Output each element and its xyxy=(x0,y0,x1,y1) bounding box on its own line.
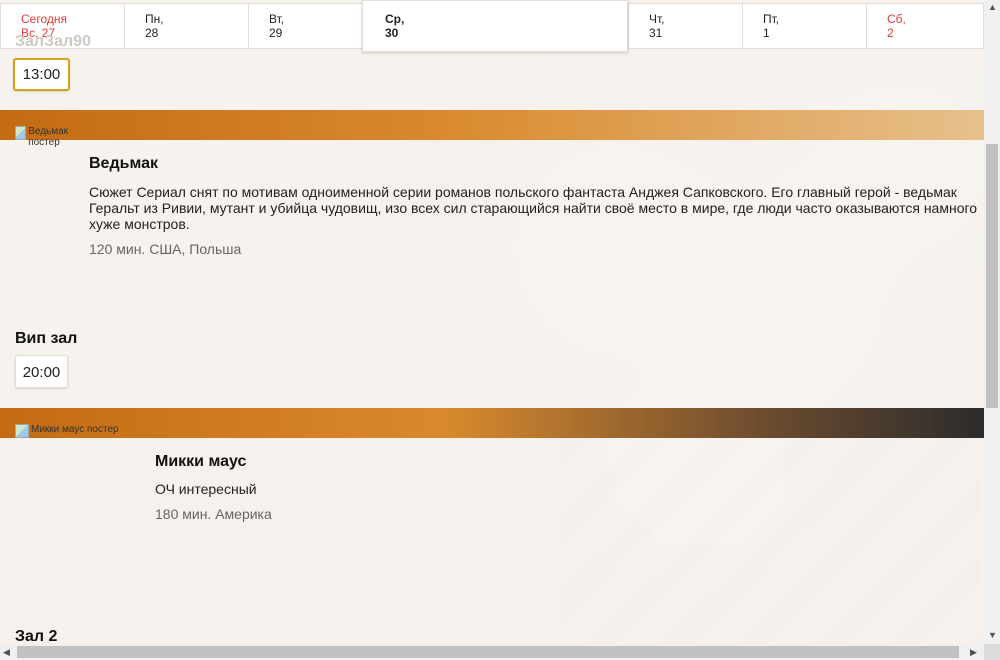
vertical-scrollbar-thumb[interactable] xyxy=(986,144,998,408)
date-tab-weekday: Ср, xyxy=(385,12,405,26)
hall-title: ЗалЗал90 xyxy=(15,33,91,50)
horizontal-scrollbar-thumb[interactable] xyxy=(17,646,959,658)
movie-card xyxy=(0,438,984,644)
scrollbar-corner xyxy=(984,644,1000,660)
movie-meta: 180 мин. Америка xyxy=(155,506,272,522)
scroll-up-icon[interactable]: ▲ xyxy=(988,2,997,12)
movie-banner xyxy=(0,110,984,140)
broken-image-icon xyxy=(15,126,27,140)
date-tab-day: 29 xyxy=(269,26,283,40)
date-tab-day: 31 xyxy=(649,26,663,40)
date-tab-weekday: Пн, xyxy=(145,12,164,26)
date-tab-weekday: Сегодня xyxy=(21,12,67,26)
date-tab-weekday: Сб, xyxy=(887,12,906,26)
movie-poster[interactable]: Микки маус постер xyxy=(15,424,155,438)
date-tab[interactable]: Пт, 1 xyxy=(742,3,867,49)
date-tab-selected[interactable]: Ср, 30 xyxy=(362,0,628,52)
scroll-left-icon[interactable]: ◀ xyxy=(3,647,10,658)
movie-description: Сюжет Сериал снят по мотивам одноименной… xyxy=(89,184,978,232)
movie-title[interactable]: Микки маус xyxy=(155,453,246,471)
date-tab[interactable]: Вт, 29 xyxy=(248,3,363,49)
date-tab-weekday: Чт, xyxy=(649,12,665,26)
date-tab[interactable]: Пн, 28 xyxy=(124,3,249,49)
movie-poster[interactable]: Ведьмак постер xyxy=(15,126,85,148)
date-tab-weekday: Пт, xyxy=(763,12,780,26)
movie-description: ОЧ интересный xyxy=(155,481,257,497)
date-tab-weekday: Вт, xyxy=(269,12,285,26)
seance-time-button[interactable]: 20:00 xyxy=(15,355,68,388)
date-tab[interactable]: Сб, 2 xyxy=(866,3,984,49)
hall-title: Вип зал xyxy=(15,330,78,347)
poster-alt-text: Ведьмак постер xyxy=(28,126,69,148)
poster-alt-text: Микки маус постер xyxy=(31,424,119,435)
movie-card xyxy=(0,140,984,408)
date-tab-day: 28 xyxy=(145,26,159,40)
broken-image-icon xyxy=(15,424,29,438)
seance-time-button[interactable]: 13:00 xyxy=(13,58,70,91)
date-tab-day: 1 xyxy=(763,26,770,40)
movie-meta: 120 мин. США, Польша xyxy=(89,241,242,257)
date-tab-day: 2 xyxy=(887,26,894,40)
movie-title[interactable]: Ведьмак xyxy=(89,155,158,173)
date-tab[interactable]: Чт, 31 xyxy=(628,3,743,49)
date-tab-day: 30 xyxy=(385,26,399,40)
scroll-down-icon[interactable]: ▼ xyxy=(988,630,997,640)
scroll-right-icon[interactable]: ▶ xyxy=(970,647,977,658)
